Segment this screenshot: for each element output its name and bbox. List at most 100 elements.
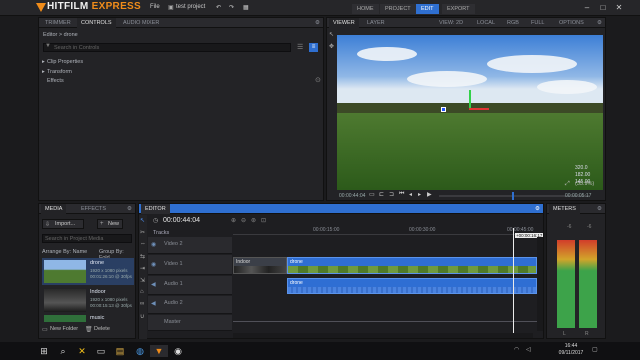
task-view-icon[interactable]: ▭ — [95, 345, 107, 357]
options-dropdown[interactable]: OPTIONS — [555, 18, 588, 28]
panel-settings-icon[interactable]: ⚙ — [593, 18, 606, 28]
step-back-icon[interactable]: ◂ — [409, 191, 412, 198]
panel-settings-icon[interactable]: ⚙ — [123, 204, 136, 214]
delete-button[interactable]: Delete — [94, 326, 110, 332]
tab-media[interactable]: MEDIA — [41, 204, 67, 214]
tab-home[interactable]: HOME — [352, 4, 379, 14]
tab-edit[interactable]: EDIT — [416, 4, 439, 14]
volume-icon[interactable]: ◁ — [526, 346, 531, 353]
maximize-icon[interactable]: □ — [596, 2, 610, 14]
section-transform[interactable]: Transform — [47, 69, 72, 75]
network-icon[interactable]: ◠ — [514, 346, 519, 353]
track-header-video1[interactable]: ◉ Video 1 — [148, 255, 232, 275]
step-forward-icon[interactable]: ▸ — [418, 191, 421, 198]
section-effects[interactable]: Effects — [47, 78, 64, 84]
tab-controls[interactable]: CONTROLS — [77, 18, 116, 28]
track-header-audio1[interactable]: ◀ Audio 1 — [148, 276, 232, 295]
panel-settings-icon[interactable]: ⚙ — [531, 204, 544, 214]
grid-icon[interactable]: ▦ — [243, 4, 249, 11]
mark-in-icon[interactable]: ⊏ — [379, 191, 384, 198]
mark-out-icon[interactable]: ⊐ — [389, 191, 394, 198]
notifications-icon[interactable]: ▢ — [592, 346, 598, 353]
track-header-master[interactable]: Master — [148, 315, 232, 331]
viewer-playhead[interactable] — [512, 192, 514, 200]
remove-track-icon[interactable]: ⊖ — [241, 217, 246, 224]
clip-indoor[interactable]: Indoor — [233, 257, 287, 274]
zoom-icon[interactable]: ⤢ — [565, 181, 570, 188]
select-tool-icon[interactable]: ↖ — [329, 31, 334, 38]
panel-settings-icon[interactable]: ⚙ — [593, 204, 606, 214]
skip-start-icon[interactable]: ⏮ — [399, 191, 404, 198]
hitfilm-taskbar-icon[interactable]: ▼ — [150, 345, 168, 357]
tab-project[interactable]: PROJECT — [380, 4, 416, 14]
media-item[interactable]: Indoor 1920 x 1080 pixels 00:00:15:13 @ … — [42, 287, 134, 314]
windows-start-icon[interactable]: ⊞ — [38, 345, 50, 357]
chrome-icon[interactable]: ◍ — [134, 345, 146, 357]
export-icon[interactable]: ⊡ — [261, 217, 266, 224]
app-icon[interactable]: ✕ — [76, 345, 88, 357]
view-mode-dropdown[interactable]: VIEW: 2D — [435, 18, 467, 28]
roll-tool-icon[interactable]: ⇆ — [140, 253, 145, 260]
space-dropdown[interactable]: LOCAL — [473, 18, 499, 28]
rate-tool-icon[interactable]: ⇲ — [140, 277, 145, 284]
horizontal-scrollbar[interactable] — [233, 333, 533, 338]
new-button[interactable]: + New — [97, 219, 123, 229]
slip-tool-icon[interactable]: ⇔ — [140, 241, 146, 247]
tab-audio-mixer[interactable]: AUDIO MIXER — [119, 18, 163, 28]
tab-viewer[interactable]: VIEWER — [329, 18, 359, 28]
save-icon[interactable]: ▣ — [168, 4, 174, 11]
chevron-right-icon[interactable]: ▸ — [42, 59, 45, 65]
obs-icon[interactable]: ◉ — [172, 345, 184, 357]
file-explorer-icon[interactable]: ▤ — [114, 345, 126, 357]
anchor-point[interactable] — [441, 107, 446, 112]
eye-icon[interactable]: ◉ — [151, 261, 156, 268]
tab-trimmer[interactable]: TRIMMER — [41, 18, 75, 28]
media-item[interactable]: drone 1920 x 1080 pixels 00:01:26:10 @ 3… — [42, 258, 134, 285]
chevron-right-icon[interactable]: ▸ — [42, 69, 45, 75]
clip-drone-audio[interactable]: drone — [287, 278, 537, 294]
track-header-audio2[interactable]: ◀ Audio 2 — [148, 296, 232, 314]
minimize-icon[interactable]: – — [580, 2, 594, 14]
zoom-level[interactable]: (35.9%) — [575, 181, 594, 187]
y-axis-gizmo[interactable] — [469, 90, 471, 110]
panel-settings-icon[interactable]: ⚙ — [311, 18, 324, 28]
resolution-dropdown[interactable]: FULL — [527, 18, 548, 28]
editor-timecode[interactable]: 00:00:44:04 — [163, 217, 200, 224]
add-track-icon[interactable]: ⊕ — [231, 217, 236, 224]
play-icon[interactable]: ▶ — [427, 191, 432, 198]
snap-icon[interactable]: ⌂ — [140, 289, 144, 295]
ripple-tool-icon[interactable]: ⇥ — [140, 265, 145, 272]
import-button[interactable]: ⇩ Import... — [42, 219, 84, 229]
redo-icon[interactable]: ↷ — [229, 4, 234, 11]
close-icon[interactable]: ✕ — [612, 2, 626, 14]
video-preview[interactable]: 320.0 182.00 145.00 — [337, 35, 603, 190]
undo-icon[interactable]: ↶ — [216, 4, 221, 11]
add-effect-icon[interactable]: ⊙ — [315, 76, 321, 84]
loop-icon[interactable]: ▭ — [369, 191, 375, 198]
select-tool-icon[interactable]: ↖ — [140, 217, 145, 224]
tab-export[interactable]: EXPORT — [442, 4, 475, 14]
track-header-video2[interactable]: ◉ Video 2 — [148, 237, 232, 254]
media-search-input[interactable]: Search in Project Media — [42, 234, 132, 243]
settings-icon[interactable]: ⊛ — [251, 217, 256, 224]
file-menu[interactable]: File — [150, 4, 160, 10]
x-axis-gizmo[interactable] — [469, 108, 489, 110]
list-view-icon[interactable]: ☰ — [297, 43, 303, 51]
media-item[interactable]: music — [42, 315, 134, 323]
tab-layer[interactable]: LAYER — [363, 18, 389, 28]
timeline-ruler[interactable] — [233, 226, 539, 235]
timeline-playhead[interactable] — [513, 228, 514, 336]
link-icon[interactable]: ∞ — [140, 301, 144, 307]
section-clip-properties[interactable]: Clip Properties — [47, 59, 83, 65]
move-tool-icon[interactable]: ✥ — [329, 43, 334, 50]
vertical-scrollbar[interactable] — [537, 237, 543, 331]
clip-drone-video[interactable]: drone — [287, 257, 537, 274]
eye-icon[interactable]: ◉ — [151, 241, 156, 248]
magnet-icon[interactable]: ∪ — [140, 313, 144, 320]
speaker-icon[interactable]: ◀ — [151, 281, 156, 288]
tree-view-icon[interactable]: ≡ — [309, 43, 318, 52]
search-icon[interactable]: ⌕ — [57, 345, 69, 357]
arrange-dropdown[interactable]: Arrange By: Name — [42, 249, 87, 255]
controls-search-input[interactable]: Search in Controls — [43, 43, 291, 52]
color-channel-dropdown[interactable]: RGB — [503, 18, 523, 28]
